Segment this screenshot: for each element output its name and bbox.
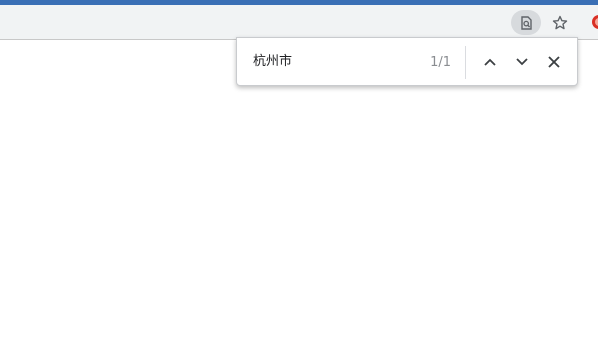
chevron-down-icon [516, 58, 528, 66]
chevron-up-icon [484, 58, 496, 66]
browser-toolbar [0, 5, 598, 40]
find-previous-button[interactable] [478, 50, 502, 74]
bookmark-star-icon [552, 15, 568, 29]
extension-icon[interactable] [592, 15, 598, 29]
page-content [0, 41, 598, 341]
find-in-page-icon [521, 15, 532, 30]
find-input[interactable] [253, 52, 423, 72]
find-divider [465, 46, 466, 79]
find-close-button[interactable] [542, 50, 566, 74]
close-icon [548, 56, 560, 68]
find-next-button[interactable] [510, 50, 534, 74]
find-bar: 1/1 [236, 37, 578, 86]
find-match-count: 1/1 [430, 55, 451, 70]
bookmark-star-button[interactable] [545, 10, 575, 35]
find-in-page-button[interactable] [511, 10, 541, 35]
